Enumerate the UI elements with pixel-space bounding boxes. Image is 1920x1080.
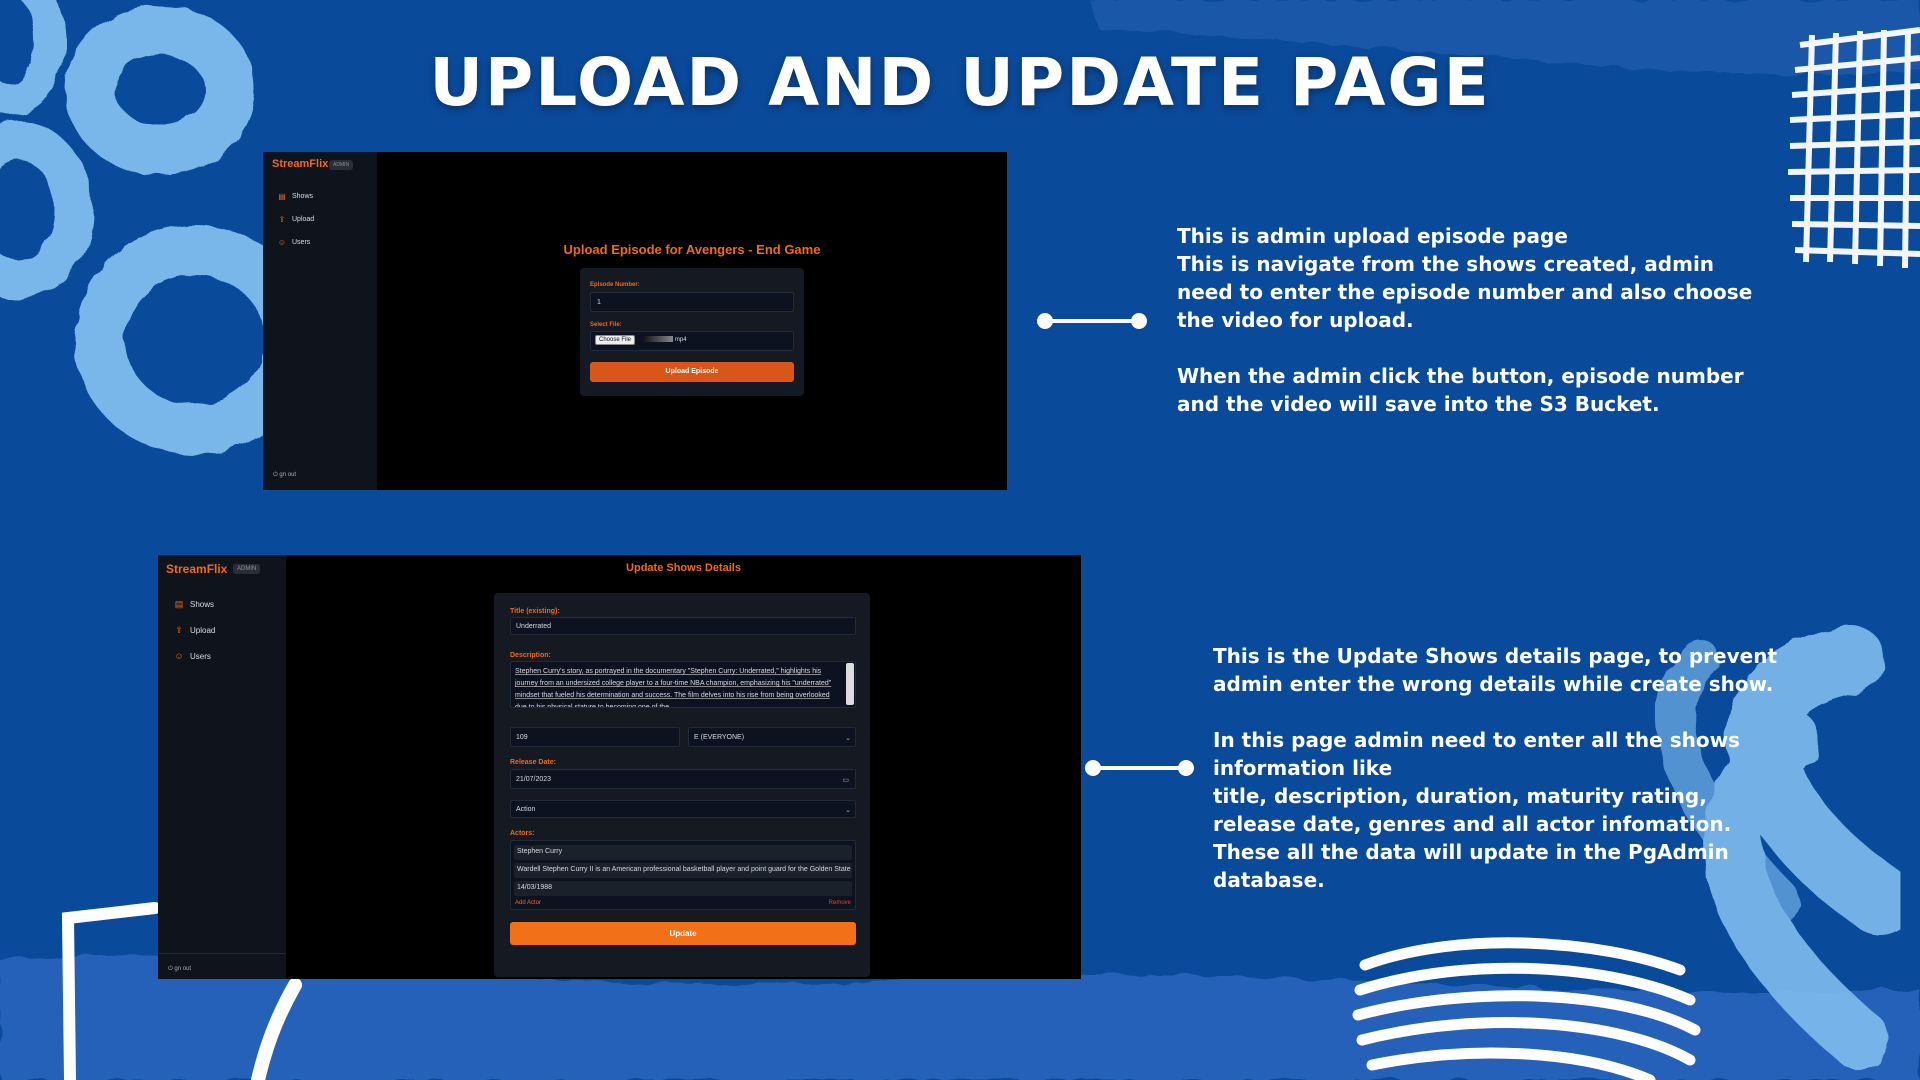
- actor-name-input[interactable]: Stephen Curry: [514, 845, 852, 860]
- sidebar-item-users[interactable]: ☺ Users: [277, 238, 310, 247]
- description-textarea[interactable]: Stephen Curry's story, as portrayed in t…: [510, 661, 856, 708]
- connector-line: [1093, 766, 1185, 770]
- brand-logo[interactable]: StreamFlix: [272, 158, 328, 170]
- actor-bio-input[interactable]: Wardell Stephen Curry II is an American …: [514, 863, 852, 878]
- update-show-screenshot: StreamFlix ADMIN ▤ Shows ⇪ Upload ☺ User…: [158, 555, 1081, 979]
- connector-line: [1045, 319, 1139, 323]
- calendar-icon[interactable]: ▭: [842, 776, 849, 784]
- sign-out-label: gn out: [279, 472, 297, 478]
- release-date-label: Release Date:: [510, 759, 556, 766]
- upload-description-para-2: When the admin click the button, episode…: [1177, 364, 1744, 416]
- actor-dob-input[interactable]: 14/03/1988: [514, 881, 852, 896]
- update-form: Title (existing): Underrated Description…: [494, 593, 870, 977]
- maturity-rating-value: E (EVERYONE): [694, 734, 745, 741]
- chevron-down-icon: ⌄: [845, 735, 851, 742]
- select-file-label: Select File:: [590, 322, 622, 328]
- file-input[interactable]: Choose File mp4: [590, 331, 794, 351]
- update-description-para-1: This is the Update Shows details page, t…: [1213, 644, 1778, 696]
- update-button[interactable]: Update: [510, 922, 856, 945]
- file-name: mp4: [674, 337, 687, 343]
- sidebar-item-users[interactable]: ☺ Users: [173, 651, 211, 661]
- sign-out-button[interactable]: ⏻ gn out: [273, 472, 296, 479]
- upload-description: This is admin upload episode page This i…: [1177, 222, 1757, 446]
- sidebar: StreamFlix ADMIN ▤ Shows ⇪ Upload ☺ User…: [158, 555, 286, 979]
- film-icon: ▤: [174, 599, 184, 609]
- sidebar-item-label: Users: [292, 239, 311, 246]
- brand-logo[interactable]: StreamFlix: [166, 562, 227, 576]
- sidebar-item-shows[interactable]: ▤ Shows: [173, 599, 214, 610]
- choose-file-button[interactable]: Choose File: [595, 335, 636, 345]
- add-actor-link[interactable]: Add Actor: [515, 900, 541, 906]
- description-scrollbar[interactable]: [846, 663, 854, 705]
- upload-form: Episode Number: 1 Select File: Choose Fi…: [580, 268, 804, 396]
- release-date-input[interactable]: 21/07/2023 ▭: [510, 769, 856, 789]
- genre-select[interactable]: Action ⌄: [510, 800, 856, 818]
- duration-input[interactable]: 109: [510, 727, 680, 747]
- upload-episode-screenshot: StreamFlix ADMIN ▤ Shows ⇪ Upload ☺ User…: [263, 152, 1007, 490]
- sidebar-item-upload[interactable]: ⇪ Upload: [173, 625, 215, 636]
- sidebar: StreamFlix ADMIN ▤ Shows ⇪ Upload ☺ User…: [263, 152, 377, 490]
- sidebar-item-label: Shows: [292, 193, 314, 200]
- users-icon: ☺: [277, 238, 287, 247]
- connector-end-dot: [1131, 313, 1147, 329]
- upload-description-para-1: This is admin upload episode page This i…: [1177, 224, 1753, 332]
- film-icon: ▤: [278, 192, 286, 201]
- release-date-value: 21/07/2023: [516, 776, 552, 783]
- genre-value: Action: [516, 806, 536, 813]
- sidebar-item-label: Shows: [190, 600, 215, 609]
- connector-end-dot: [1178, 760, 1194, 776]
- upload-icon: ⇪: [278, 215, 286, 224]
- upload-episode-button[interactable]: Upload Episode: [590, 362, 794, 382]
- sidebar-item-label: Users: [190, 651, 211, 661]
- title-input[interactable]: Underrated: [510, 617, 856, 635]
- page-heading: Update Shows Details: [626, 562, 741, 574]
- update-description: This is the Update Shows details page, t…: [1213, 642, 1793, 922]
- episode-number-label: Episode Number:: [590, 282, 640, 288]
- chevron-down-icon: ⌄: [845, 807, 851, 814]
- logout-icon: ⏻: [168, 966, 173, 972]
- sidebar-divider: [158, 953, 286, 954]
- actors-panel: Stephen Curry Wardell Stephen Curry II i…: [510, 840, 856, 910]
- logout-icon: ⏻: [273, 472, 278, 478]
- update-description-para-2: In this page admin need to enter all the…: [1213, 728, 1740, 892]
- episode-number-input[interactable]: 1: [590, 292, 794, 312]
- upload-icon: ⇪: [175, 625, 183, 635]
- admin-badge: ADMIN: [233, 564, 261, 574]
- admin-badge: ADMIN: [329, 160, 354, 170]
- slide-title: UPLOAD AND UPDATE PAGE: [429, 44, 1491, 121]
- description-label: Description:: [510, 652, 551, 659]
- sidebar-item-shows[interactable]: ▤ Shows: [277, 192, 313, 201]
- title-label: Title (existing):: [510, 608, 560, 615]
- sidebar-item-upload[interactable]: ⇪ Upload: [277, 215, 315, 224]
- sign-out-label: gn out: [174, 966, 192, 972]
- actors-label: Actors:: [510, 830, 535, 837]
- maturity-rating-select[interactable]: E (EVERYONE) ⌄: [688, 727, 856, 747]
- remove-actor-link[interactable]: Remove: [829, 900, 851, 906]
- sidebar-item-label: Upload: [292, 216, 315, 223]
- sign-out-button[interactable]: ⏻ gn out: [168, 966, 191, 973]
- page-heading: Upload Episode for Avengers - End Game: [563, 242, 821, 257]
- file-thumbnail: [642, 336, 673, 343]
- sidebar-item-label: Upload: [190, 626, 216, 635]
- users-icon: ☺: [174, 651, 184, 661]
